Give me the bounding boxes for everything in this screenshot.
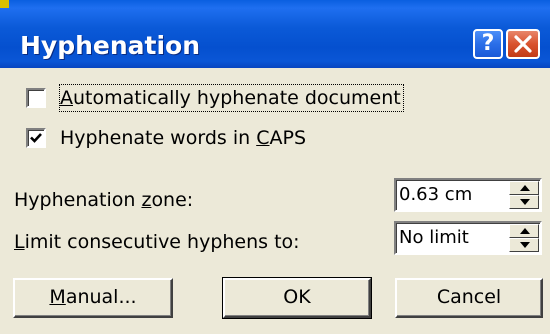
hyphenate-caps-label[interactable]: Hyphenate words in CAPS [60, 125, 306, 151]
help-button[interactable]: ? [473, 29, 503, 59]
arrow-up-icon [520, 228, 530, 234]
limit-hyphens-label: Limit consecutive hyphens to: [14, 231, 300, 253]
hyphenation-zone-value[interactable]: 0.63 cm [399, 183, 472, 207]
arrow-down-icon [520, 242, 530, 248]
checkmark-icon [30, 133, 42, 143]
spin-down-button[interactable] [509, 195, 539, 209]
limit-hyphens-value[interactable]: No limit [399, 226, 469, 250]
auto-hyphenate-checkbox[interactable] [26, 88, 46, 108]
arrow-down-icon [520, 199, 530, 205]
close-icon [514, 35, 532, 53]
manual-button[interactable]: Manual... [13, 278, 173, 318]
hyphenation-zone-label: Hyphenation zone: [14, 189, 194, 211]
hyphenation-zone-spin-buttons[interactable] [509, 181, 539, 209]
hyphenate-caps-option[interactable]: Hyphenate words in CAPS [26, 127, 326, 153]
dialog-title: Hyphenation [20, 31, 201, 60]
cancel-button[interactable]: Cancel [395, 278, 543, 318]
spin-up-button[interactable] [509, 224, 539, 238]
auto-hyphenate-option[interactable]: Automatically hyphenate document [26, 84, 416, 113]
spin-down-button[interactable] [509, 238, 539, 252]
limit-hyphens-spin-buttons[interactable] [509, 224, 539, 252]
help-icon: ? [481, 31, 495, 56]
hyphenate-caps-checkbox[interactable] [26, 128, 46, 148]
title-bar[interactable]: Hyphenation ? [0, 0, 550, 68]
limit-hyphens-spinbox[interactable]: No limit [394, 221, 542, 255]
title-accent [0, 0, 9, 8]
hyphenation-zone-spinbox[interactable]: 0.63 cm [394, 178, 542, 212]
hyphenation-dialog: Hyphenation ? Automatically hyphenate do… [0, 0, 550, 334]
auto-hyphenate-label[interactable]: Automatically hyphenate document [59, 84, 404, 112]
spin-up-button[interactable] [509, 181, 539, 195]
ok-button[interactable]: OK [222, 277, 372, 319]
close-button[interactable] [506, 29, 540, 59]
arrow-up-icon [520, 185, 530, 191]
